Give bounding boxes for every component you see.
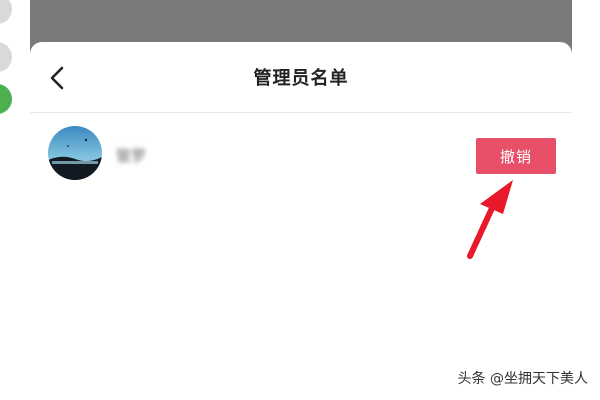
side-circle <box>0 0 12 24</box>
sheet-header: 管理员名单 <box>30 42 572 113</box>
page-title: 管理员名单 <box>253 68 349 89</box>
annotation-arrow <box>467 180 513 259</box>
watermark: 头条 @坐拥天下美人 <box>457 371 588 387</box>
admin-name: 管罗 <box>116 147 147 165</box>
revoke-button[interactable]: 撤销 <box>476 138 556 174</box>
side-circle-green <box>0 84 12 114</box>
avatar[interactable] <box>48 126 102 180</box>
side-circle <box>0 42 12 72</box>
